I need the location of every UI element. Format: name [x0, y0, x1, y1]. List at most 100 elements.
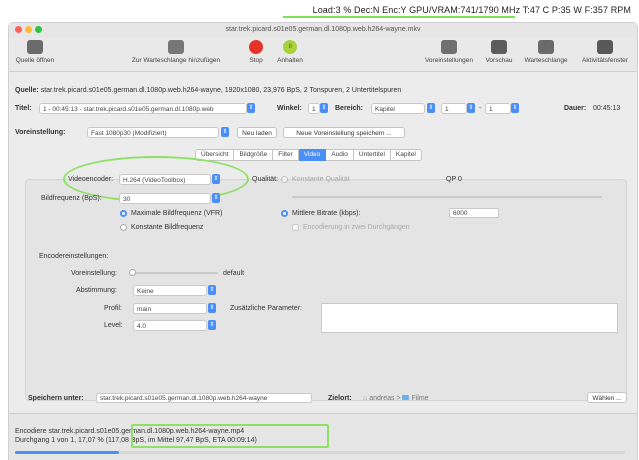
encoder-preset-knob[interactable]: [129, 269, 136, 276]
qp-value: 0: [458, 176, 462, 183]
extra-params-input[interactable]: [321, 303, 618, 333]
save-as-label: Speichern unter:: [28, 395, 84, 402]
queue-icon: [538, 40, 554, 54]
range-dash: -: [479, 105, 482, 112]
bitrate-input[interactable]: 6000: [449, 208, 499, 218]
preset-select[interactable]: Fast 1080p30 (Modifiziert): [87, 127, 219, 138]
tab-audio[interactable]: Audio: [326, 149, 354, 161]
range-end-stepper-icon[interactable]: ⇕: [511, 103, 519, 113]
highlight-underline: [283, 16, 515, 18]
range-start-stepper-icon[interactable]: ⇕: [467, 103, 475, 113]
title-select[interactable]: 1 - 00:45:13 - star.trek.picard.s01e05.g…: [39, 103, 247, 114]
save-new-preset-button[interactable]: Neue Voreinstellung speichern ...: [283, 127, 405, 138]
tab-picture-size[interactable]: Bildgröße: [234, 149, 274, 161]
tab-subtitles[interactable]: Untertitel: [353, 149, 391, 161]
level-label: Level:: [104, 322, 123, 329]
range-end-field[interactable]: 1: [485, 103, 511, 114]
tune-select[interactable]: Keine: [133, 285, 207, 296]
status-line-1-prefix: Encodiere star.trek.picard.s0: [15, 428, 104, 435]
tune-arrow-icon[interactable]: ⇕: [208, 285, 216, 295]
pause-button[interactable]: ॥ Anhalten: [273, 40, 307, 64]
preset-label: Voreinstellung:: [15, 129, 66, 136]
destination-label: Zielort:: [328, 395, 352, 402]
encoder-preset-value: default: [223, 270, 245, 277]
handbrake-window: star.trek.picard.s01e05.german.dl.1080p.…: [8, 22, 638, 460]
presets-button[interactable]: Voreinstellungen: [421, 40, 477, 64]
tab-bar: Übersicht Bildgröße Filter Video Audio U…: [195, 149, 422, 161]
title-label: Titel:: [15, 105, 32, 112]
preset-select-arrow-icon[interactable]: ⇕: [221, 127, 229, 137]
range-type-arrow-icon[interactable]: ⇕: [427, 103, 435, 113]
framerate-label: Bildfrequenz (BpS):: [41, 195, 102, 202]
qp-label: QP: [446, 176, 457, 183]
duration-value: 00:45:13: [593, 105, 621, 112]
open-source-label: Quelle öffnen: [15, 57, 55, 64]
reload-preset-button[interactable]: Neu laden: [237, 127, 277, 138]
level-select[interactable]: 4.0: [133, 320, 207, 331]
tab-video[interactable]: Video: [298, 149, 327, 161]
save-as-input[interactable]: star.trek.picard.s01e05.german.dl.1080p.…: [96, 393, 312, 403]
dest-separator: >: [396, 395, 401, 402]
avg-bitrate-label: Mittlere Bitrate (kbps):: [292, 210, 361, 217]
activity-window-button[interactable]: Aktivitätsfenster: [576, 40, 634, 64]
angle-select-arrow-icon[interactable]: ⇕: [320, 103, 328, 113]
tab-chapters[interactable]: Kapitel: [390, 149, 422, 161]
encoder-settings-heading: Encodereinstellungen:: [39, 253, 109, 260]
presets-icon: [441, 40, 457, 54]
pause-label: Anhalten: [277, 57, 303, 64]
folder-icon: [402, 395, 410, 400]
preview-icon: [491, 40, 507, 54]
home-icon: ⌂: [363, 395, 368, 402]
preview-button[interactable]: Vorschau: [481, 40, 517, 64]
profile-select[interactable]: main: [133, 303, 207, 314]
progress-fill: [15, 451, 120, 454]
framerate-select[interactable]: 30: [119, 193, 211, 204]
pause-icon: ॥: [283, 40, 297, 54]
quality-slider[interactable]: [292, 196, 602, 198]
status-highlight-box: [131, 424, 329, 448]
menu-bar: Load:3 % Dec:N Enc:Y GPU/VRAM:741/1790 M…: [0, 0, 639, 22]
browse-button[interactable]: Wählen ...: [587, 392, 627, 403]
system-stats: Load:3 % Dec:N Enc:Y GPU/VRAM:741/1790 M…: [312, 5, 631, 15]
encoder-preset-slider[interactable]: [132, 272, 218, 274]
add-to-queue-button[interactable]: Zur Warteschlange hinzufügen: [121, 40, 231, 64]
angle-select[interactable]: 1: [308, 103, 320, 114]
queue-label: Warteschlange: [524, 57, 568, 64]
stop-icon: [249, 40, 263, 54]
destination-path[interactable]: ⌂ andreas > Filme: [363, 395, 429, 402]
queue-add-icon: [168, 40, 184, 54]
level-arrow-icon[interactable]: ⇕: [208, 320, 216, 330]
source-label: Quelle:: [15, 87, 39, 94]
status-line-2-prefix: Durchgang 1 von 1, 17,07 %: [15, 437, 104, 444]
const-framerate-label: Konstante Bildfrequenz: [131, 224, 204, 231]
duration-label: Dauer:: [564, 105, 587, 112]
range-start-field[interactable]: 1: [441, 103, 467, 114]
open-source-button[interactable]: Quelle öffnen: [15, 40, 55, 64]
two-pass-checkbox[interactable]: [292, 224, 299, 231]
framerate-arrow-icon[interactable]: ⇕: [212, 193, 220, 203]
max-framerate-radio[interactable]: [120, 210, 127, 217]
extra-params-label: Zusätzliche Parameter:: [230, 305, 302, 312]
constant-quality-label: Konstante Qualität: [292, 176, 350, 183]
profile-arrow-icon[interactable]: ⇕: [208, 303, 216, 313]
range-label: Bereich:: [335, 105, 364, 112]
title-bar: star.trek.picard.s01e05.german.dl.1080p.…: [9, 23, 637, 37]
film-icon: [27, 40, 43, 54]
add-to-queue-label: Zur Warteschlange hinzufügen: [131, 57, 221, 64]
progress-track: [15, 451, 625, 454]
title-select-arrow-icon[interactable]: ⇕: [247, 103, 255, 113]
tab-filter[interactable]: Filter: [273, 149, 299, 161]
dest-folder: Filme: [411, 395, 429, 402]
window-title: star.trek.picard.s01e05.german.dl.1080p.…: [225, 26, 421, 33]
profile-label: Profil:: [104, 305, 122, 312]
queue-button[interactable]: Warteschlange: [519, 40, 573, 64]
quality-label: Qualität:: [252, 176, 279, 183]
range-type-select[interactable]: Kapitel: [371, 103, 425, 114]
encoder-preset-label: Voreinstellung:: [71, 270, 117, 277]
stop-label: Stop: [249, 57, 263, 64]
avg-bitrate-radio[interactable]: [281, 210, 288, 217]
angle-label: Winkel:: [277, 105, 302, 112]
stop-button[interactable]: Stop: [243, 40, 269, 64]
const-framerate-radio[interactable]: [120, 224, 127, 231]
constant-quality-radio[interactable]: [281, 176, 288, 183]
